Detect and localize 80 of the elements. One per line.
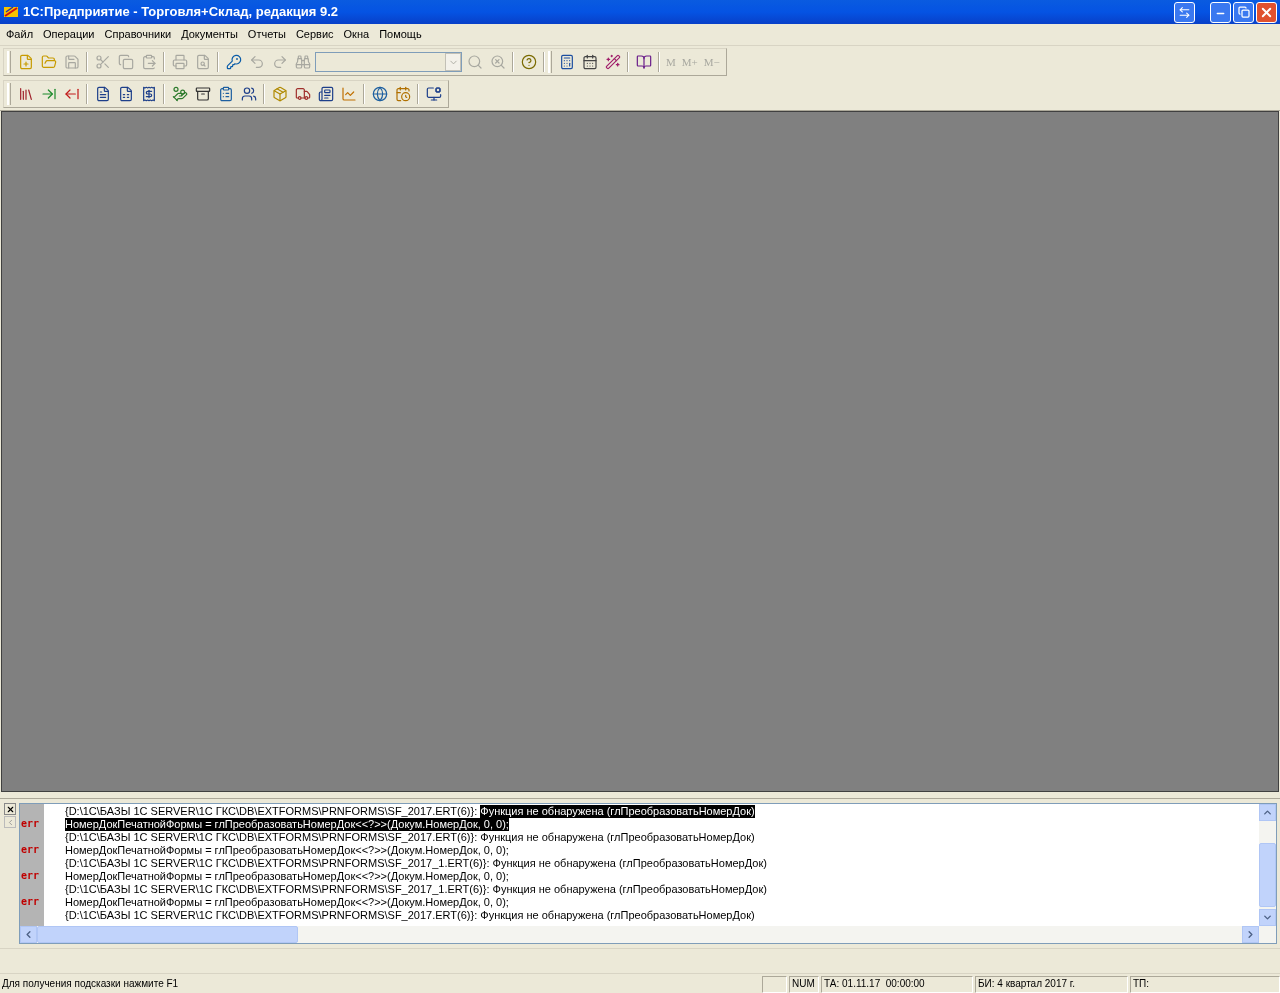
scroll-up-button[interactable] [1259,804,1276,821]
message-line[interactable]: {D:\1C\БАЗЫ 1C SERVER\1C ГКС\DB\EXTFORMS\PRNFORMS\SF_2017.ERT(6)}: Функция не обнаружена (глПреобразоватьНомерДок) [65,909,1259,922]
save-icon [63,54,80,70]
menu-item[interactable]: Помощь [374,25,427,44]
menu-item[interactable]: Операции [38,25,100,44]
menu-item[interactable]: Окна [338,25,375,44]
status-field: БИ: 4 квартал 2017 г. [975,976,1128,993]
binoculars-icon [294,54,311,70]
menu-item[interactable]: Справочники [99,25,177,44]
help-icon [520,54,537,70]
error-marker: err [21,818,40,829]
document-icon [117,86,134,102]
arrow-in-icon [40,86,57,102]
wand-icon [604,54,621,70]
report-icon [317,86,334,102]
monitor-icon [425,86,442,102]
copy-icon [117,54,134,70]
people-icon [240,86,257,102]
window-title: 1С:Предприятие - Торговля+Склад, редакция 9.2 [23,3,339,22]
print-preview-icon [194,54,211,70]
scroll-thumb[interactable] [37,926,298,943]
receipt-icon [140,86,157,102]
double-arrow-icon [1178,5,1191,19]
status-panel [762,976,787,993]
message-line[interactable]: {D:\1C\БАЗЫ 1C SERVER\1C ГКС\DB\EXTFORMS\PRNFORMS\SF_2017.ERT(6)}: Функция не обнаружена (глПреобразоватьНомерДок) [65,805,1259,818]
truck-icon [294,86,311,102]
arrow-right-icon [1245,929,1256,940]
chart-icon [340,86,357,102]
arrow-up-icon [1262,807,1273,818]
message-line[interactable]: НомерДокПечатнойФормы = глПреобразоватьНомерДок<<?>>(Докум.НомерДок, 0, 0); [65,844,1259,857]
package-icon [271,86,288,102]
status-field: NUM [789,976,819,993]
status-field: ТА: 01.11.17 00:00:00 [821,976,973,993]
redo-icon [271,54,288,70]
error-marker: err [21,870,40,881]
logo-icon [3,4,19,20]
message-line[interactable]: {D:\1C\БАЗЫ 1C SERVER\1C ГКС\DB\EXTFORMS\PRNFORMS\SF_2017_1.ERT(6)}: Функция не обнаружена (глПреобразоватьНомерДок) [65,883,1259,896]
calendar-icon [394,86,411,102]
document-icon [94,86,111,102]
close-icon [5,804,15,814]
message-line[interactable]: {D:\1C\БАЗЫ 1C SERVER\1C ГКС\DB\EXTFORMS\PRNFORMS\SF_2017.ERT(6)}: Функция не обнаружена (глПреобразоватьНомерДок) [65,831,1259,844]
horizontal-scrollbar[interactable] [20,926,1276,943]
swap-button[interactable] [1174,1,1195,23]
minimize-button[interactable] [1210,1,1231,23]
find-icon [489,54,506,70]
scroll-down-button[interactable] [1259,909,1276,926]
calendar-icon [581,54,598,70]
message-line[interactable]: {D:\1C\БАЗЫ 1C SERVER\1C ГКС\DB\EXTFORMS\PRNFORMS\SF_2017_1.ERT(6)}: Функция не обнаружена (глПреобразоватьНомерДок) [65,857,1259,870]
new-file-icon [17,54,34,70]
status-hint: Для получения подсказки нажмите F1 [1,977,180,991]
message-line[interactable]: НомерДокПечатнойФормы = глПреобразоватьНомерДок<<?>>(Докум.НомерДок, 0, 0); [65,896,1259,909]
error-marker: err [21,844,40,855]
calculator-icon [558,54,575,70]
scissors-icon [94,54,111,70]
message-line[interactable]: НомерДокПечатнойФормы = глПреобразоватьНомерДок<<?>>(Докум.НомерДок, 0, 0); [65,818,1259,831]
open-folder-icon [40,54,57,70]
scroll-left-button[interactable] [20,926,37,943]
menu-item[interactable]: Файл [1,25,39,44]
vertical-scrollbar[interactable] [1259,804,1276,926]
status-field: ТП: [1130,976,1280,993]
restore-icon [1237,6,1250,18]
undo-icon [248,54,265,70]
scroll-right-button[interactable] [1242,926,1259,943]
books-icon [17,86,34,102]
menu-item[interactable]: Документы [176,25,243,44]
printer-icon [171,54,188,70]
close-button[interactable] [4,803,16,815]
message-line[interactable]: НомерДокПечатнойФормы = глПреобразоватьНомерДок<<?>>(Докум.НомерДок, 0, 0); [65,870,1259,883]
book-icon [635,54,652,70]
error-marker: err [21,896,40,907]
list-icon [217,86,234,102]
restore-button[interactable] [1233,1,1254,23]
scroll-thumb[interactable] [1259,843,1276,907]
arrow-down-icon [1262,912,1273,923]
find-icon [466,54,483,70]
globe-icon [371,86,388,102]
key-icon [225,54,242,70]
menu-item[interactable]: Сервис [290,25,339,44]
menu-item[interactable]: Отчеты [242,25,291,44]
paste-icon [140,54,157,70]
